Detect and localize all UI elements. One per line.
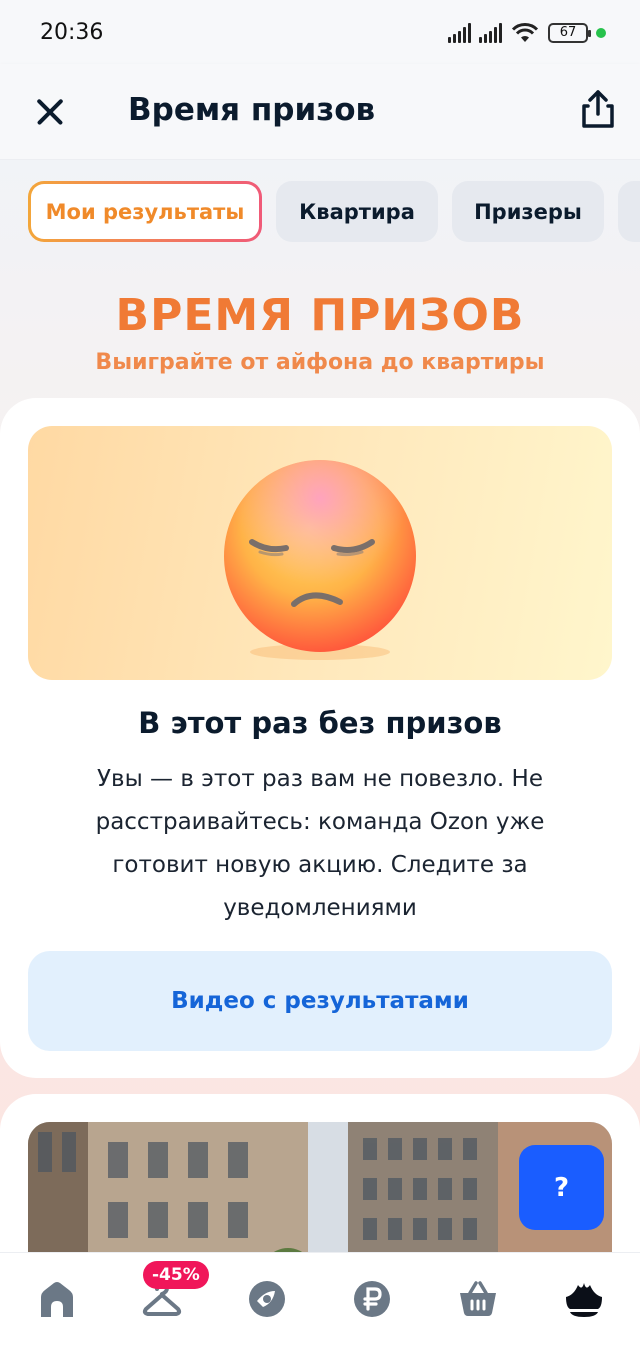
battery-icon: 67 — [548, 23, 591, 43]
tab-apartment[interactable]: Квартира — [276, 181, 438, 242]
result-text: Увы — в этот раз вам не повезло. Не расс… — [95, 766, 545, 921]
result-image — [28, 426, 612, 680]
signal-icon — [448, 23, 471, 43]
status-bar: 20:36 67 — [0, 0, 640, 64]
hero-subtitle: Выиграйте от айфона до квартиры — [95, 350, 545, 375]
status-icons: 67 — [448, 22, 606, 44]
app-bar: Время призов — [0, 64, 640, 160]
status-time: 20:36 — [40, 20, 104, 45]
sale-badge: -45% — [143, 1261, 209, 1289]
home-icon[interactable] — [35, 1277, 79, 1321]
crown-icon[interactable] — [562, 1277, 606, 1321]
video-results-button[interactable]: Видео с результатами — [28, 951, 612, 1051]
page-title: Время призов — [128, 92, 376, 128]
fresh-icon[interactable] — [245, 1277, 289, 1321]
dot-icon — [596, 28, 606, 38]
bottom-nav: -45% — [0, 1252, 640, 1348]
tab-my-results[interactable]: Мои результаты — [28, 181, 262, 242]
hero-title: ВРЕМЯ ПРИЗОВ — [115, 290, 525, 341]
cart-icon[interactable] — [456, 1277, 500, 1321]
result-card: В этот раз без призов Увы — в этот раз в… — [0, 398, 640, 1078]
close-icon[interactable] — [30, 92, 70, 132]
result-title: В этот раз без призов — [138, 706, 502, 740]
wifi-icon — [511, 23, 539, 42]
tabs-bar: Мои результаты Квартира Призеры — [28, 181, 640, 242]
tab-winners[interactable]: Призеры — [452, 181, 604, 242]
content: Мои результаты Квартира Призеры ВРЕМЯ ПР… — [0, 160, 640, 1252]
ruble-icon[interactable] — [350, 1277, 394, 1321]
signal-icon — [479, 23, 502, 43]
help-button[interactable]: ? — [519, 1145, 604, 1230]
share-icon[interactable] — [576, 88, 620, 132]
sad-face-icon — [224, 460, 416, 660]
tab-more[interactable] — [618, 181, 640, 242]
